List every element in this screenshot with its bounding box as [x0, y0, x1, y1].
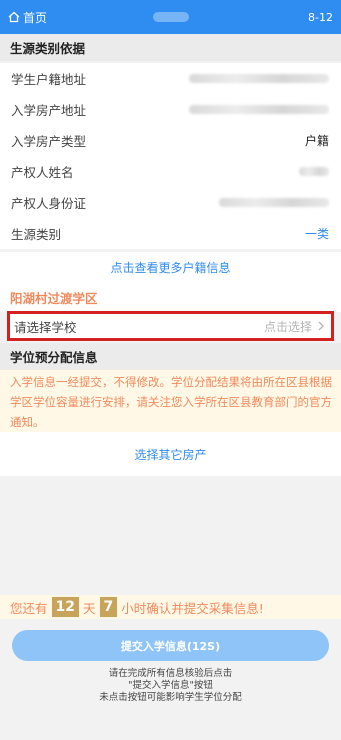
- top-bar: 首页 8-12: [0, 0, 341, 34]
- info-label: 产权人身份证: [11, 196, 87, 211]
- header-date: 8-12: [308, 10, 333, 24]
- tip-line-3: 未点击按钮可能影响学生学位分配: [99, 692, 242, 703]
- more-household-link-row: 点击查看更多户籍信息: [0, 252, 341, 282]
- info-value: 一类: [304, 227, 329, 241]
- info-row-property-type: 入学房产类型 户籍: [0, 125, 341, 156]
- countdown-prefix: 您还有: [10, 600, 48, 616]
- info-label: 入学房产地址: [11, 103, 87, 118]
- info-label: 学生户籍地址: [11, 72, 87, 87]
- tip-line-2: "提交入学信息"按钮: [128, 680, 213, 691]
- info-label: 入学房产类型: [11, 134, 87, 149]
- district-name: 阳湖村过渡学区: [0, 282, 341, 312]
- info-row-household-address: 学生户籍地址: [0, 63, 341, 94]
- home-label: 首页: [23, 10, 48, 25]
- info-label: 产权人姓名: [11, 165, 74, 180]
- submit-enrollment-button[interactable]: 提交入学信息(12S): [12, 630, 329, 661]
- select-school-hint-text: 点击选择: [263, 319, 312, 334]
- page-title-redacted: [152, 12, 189, 22]
- other-property-row: 选择其它房产: [0, 432, 341, 476]
- prealloc-notice: 入学信息一经提交，不得修改。学位分配结果将由所在区县根据学区学位容量进行安排，请…: [0, 370, 341, 432]
- section-title-prealloc: 学位预分配信息: [0, 343, 341, 370]
- info-row-property-address: 入学房产地址: [0, 94, 341, 125]
- countdown-hours: 7: [99, 597, 118, 617]
- info-row-owner-name: 产权人姓名: [0, 156, 341, 187]
- redacted-value: [189, 74, 329, 83]
- countdown-suffix: 小时确认并提交采集信息!: [121, 600, 264, 616]
- more-household-link[interactable]: 点击查看更多户籍信息: [110, 259, 230, 276]
- chevron-right-icon: [318, 321, 324, 331]
- home-icon: [8, 11, 20, 23]
- submit-tips: 请在完成所有信息核验后点击 "提交入学信息"按钮 未点击按钮可能影响学生学位分配: [0, 668, 341, 704]
- countdown-days-unit: 天: [83, 600, 96, 616]
- redacted-value: [299, 167, 329, 176]
- section-title-source-text: 生源类别依据: [10, 41, 86, 56]
- select-school-hint: 点击选择: [264, 318, 324, 335]
- other-property-link[interactable]: 选择其它房产: [134, 446, 206, 463]
- countdown-banner: 您还有 12 天 7 小时确认并提交采集信息!: [0, 595, 341, 619]
- redacted-value: [219, 198, 329, 207]
- info-row-source-category: 生源类别 一类: [0, 218, 341, 249]
- tip-line-1: 请在完成所有信息核验后点击: [108, 668, 233, 679]
- redacted-value: [189, 105, 329, 114]
- section-title-source: 生源类别依据: [0, 34, 341, 61]
- info-label: 生源类别: [11, 227, 62, 242]
- select-school-row[interactable]: 请选择学校 点击选择: [7, 311, 334, 341]
- info-value: 户籍: [304, 134, 329, 148]
- home-button[interactable]: 首页: [8, 9, 47, 26]
- select-school-label: 请选择学校: [14, 319, 77, 335]
- info-row-owner-id: 产权人身份证: [0, 187, 341, 218]
- section-title-prealloc-text: 学位预分配信息: [10, 350, 98, 365]
- countdown-days: 12: [51, 597, 79, 617]
